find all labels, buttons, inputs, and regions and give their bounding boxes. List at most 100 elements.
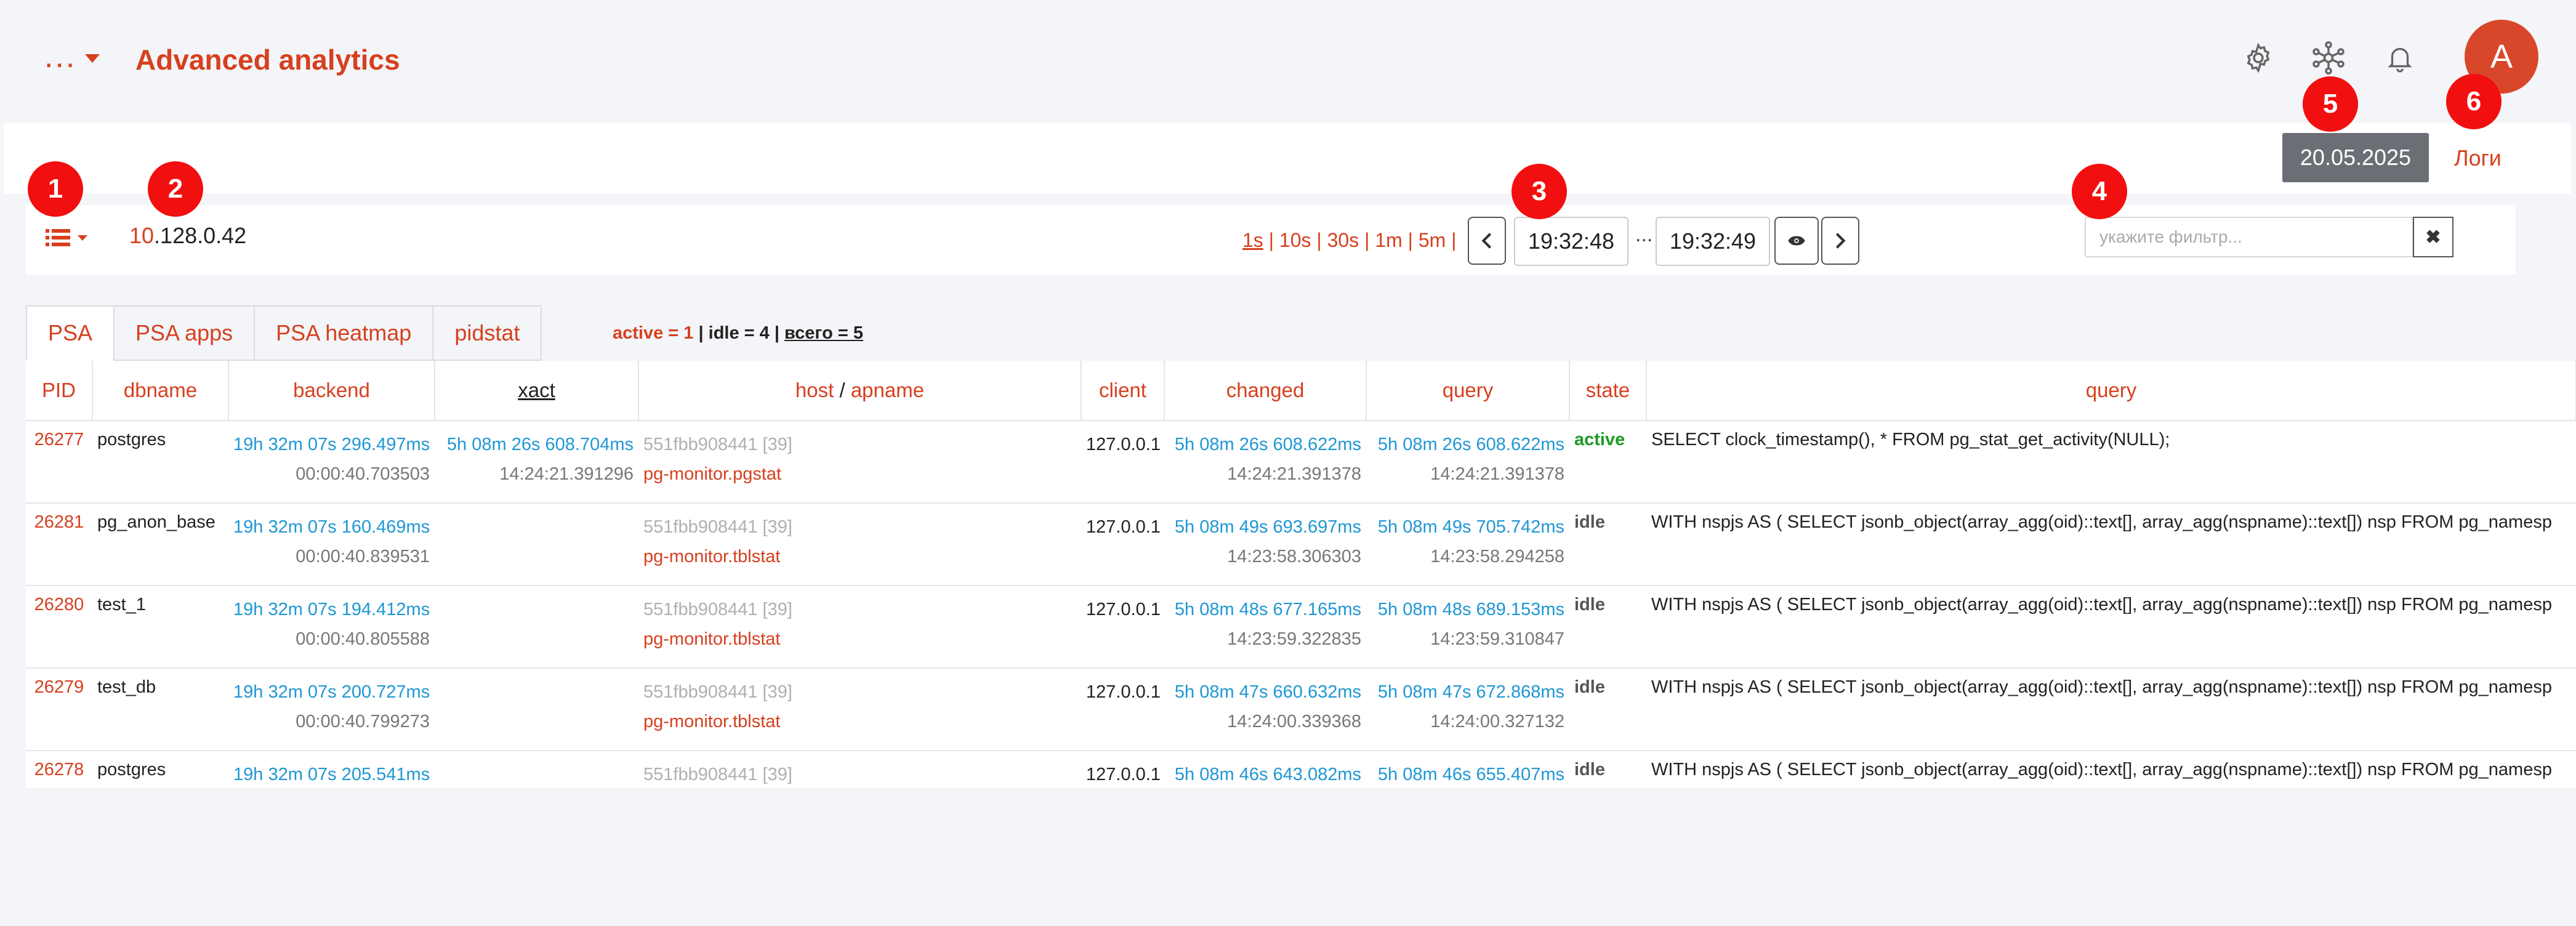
col-query[interactable]: query xyxy=(1646,361,2576,421)
backend-duration: 19h 32m 07s 205.541ms xyxy=(233,765,430,784)
row-query[interactable]: WITH nspjs AS ( SELECT jsonb_object(arra… xyxy=(1646,668,2576,751)
col-query-duration[interactable]: query xyxy=(1366,361,1570,421)
backend-time: 00:00:40.839531 xyxy=(296,547,430,566)
filter-input[interactable] xyxy=(2085,217,2413,257)
row-host[interactable]: 551fbb908441 [39] xyxy=(643,595,1076,624)
row-pid[interactable]: 26279 xyxy=(26,668,92,751)
col-host[interactable]: host xyxy=(795,379,834,401)
query-duration: 5h 08m 48s 689.153ms xyxy=(1377,600,1564,619)
tab-psa-apps[interactable]: PSA apps xyxy=(113,305,256,361)
table-row[interactable]: 26277 postgres 19h 32m 07s 296.497ms 00:00:… xyxy=(26,421,2576,504)
col-xact[interactable]: xact xyxy=(435,361,639,421)
time-from-field[interactable]: 19:32:48 xyxy=(1514,217,1628,266)
row-xact: 5h 08m 26s 608.704ms 14:24:21.391296 xyxy=(435,421,638,504)
row-apname[interactable]: pg-monitor.pgstat xyxy=(643,459,1076,489)
tab-pidstat[interactable]: pidstat xyxy=(432,305,542,361)
changed-duration: 5h 08m 48s 677.165ms xyxy=(1174,600,1361,619)
row-state: idle xyxy=(1569,751,1646,788)
row-backend: 19h 32m 07s 200.727ms 00:00:40.799273 xyxy=(228,668,435,751)
col-apname[interactable]: apname xyxy=(851,379,924,401)
view-tabs: PSA PSA apps PSA heatmap pidstat xyxy=(26,305,542,361)
row-apname[interactable]: pg-monitor.tblstat xyxy=(643,542,1076,571)
xact-time: 14:24:21.391296 xyxy=(499,464,634,484)
table-row[interactable]: 26281 pg_anon_base 19h 32m 07s 160.469ms 00… xyxy=(26,503,2576,586)
col-client[interactable]: client xyxy=(1081,361,1165,421)
col-pid[interactable]: PID xyxy=(26,361,93,421)
tab-psa-heatmap[interactable]: PSA heatmap xyxy=(254,305,434,361)
row-host[interactable]: 551fbb908441 [39] xyxy=(643,677,1076,707)
col-changed[interactable]: changed xyxy=(1164,361,1367,421)
query-time: 14:24:00.327132 xyxy=(1430,712,1564,731)
interval-30s[interactable]: 30s xyxy=(1327,229,1359,251)
row-query[interactable]: WITH nspjs AS ( SELECT jsonb_object(arra… xyxy=(1646,503,2576,586)
row-host-apname: 551fbb908441 [39]pg-monitor.tblstat xyxy=(638,668,1081,751)
table-row[interactable]: 26280 test_1 19h 32m 07s 194.412ms 00:00:40… xyxy=(26,586,2576,669)
table-row[interactable]: 26279 test_db 19h 32m 07s 200.727ms 00:00:4… xyxy=(26,668,2576,751)
changed-time: 14:24:00.339368 xyxy=(1227,712,1361,731)
chevron-right-icon xyxy=(1835,233,1846,249)
backend-duration: 19h 32m 07s 296.497ms xyxy=(233,435,430,454)
row-pid[interactable]: 26281 xyxy=(26,503,92,586)
clear-filter-button[interactable]: ✖ xyxy=(2413,217,2453,257)
col-dbname[interactable]: dbname xyxy=(92,361,229,421)
row-query[interactable]: SELECT clock_timestamp(), * FROM pg_stat… xyxy=(1646,421,2576,504)
row-pid[interactable]: 26277 xyxy=(26,421,92,504)
ip-rest: .128.0.42 xyxy=(154,223,247,248)
count-active[interactable]: active = 1 xyxy=(613,323,693,343)
interval-1s[interactable]: 1s xyxy=(1242,229,1263,251)
row-pid[interactable]: 26278 xyxy=(26,751,92,788)
count-sep: | xyxy=(693,323,709,343)
row-query-duration: 5h 08m 47s 672.868ms 14:24:00.327132 xyxy=(1366,668,1569,751)
bell-icon[interactable] xyxy=(2378,36,2422,80)
time-to-field[interactable]: 19:32:49 xyxy=(1656,217,1770,266)
table-row[interactable]: 26278postgres19h 32m 07s 205.541ms00:00:… xyxy=(26,751,2576,788)
row-client: 127.0.0.1 xyxy=(1081,586,1164,669)
row-backend: 19h 32m 07s 160.469ms 00:00:40.839531 xyxy=(228,503,435,586)
next-time-button[interactable] xyxy=(1821,217,1859,265)
row-pid[interactable]: 26280 xyxy=(26,586,92,669)
count-idle[interactable]: idle = 4 xyxy=(709,323,770,343)
chevron-down-icon xyxy=(78,235,87,241)
marker-2: 2 xyxy=(148,161,203,217)
list-icon xyxy=(46,229,70,246)
interval-10s[interactable]: 10s xyxy=(1279,229,1311,251)
col-host-apname: host / apname xyxy=(638,361,1082,421)
count-total[interactable]: всего = 5 xyxy=(784,323,863,343)
col-backend[interactable]: backend xyxy=(228,361,435,421)
chevron-down-icon xyxy=(85,54,100,63)
network-icon[interactable] xyxy=(2306,36,2351,80)
row-host[interactable]: 551fbb908441 [39] xyxy=(643,760,1076,788)
row-query-duration: 5h 08m 49s 705.742ms 14:23:58.294258 xyxy=(1366,503,1569,586)
interval-1m[interactable]: 1m xyxy=(1375,229,1402,251)
logs-link[interactable]: Логи xyxy=(2454,145,2502,171)
row-query[interactable]: WITH nspjs AS ( SELECT jsonb_object(arra… xyxy=(1646,586,2576,669)
host-ip[interactable]: 10.128.0.42 xyxy=(129,223,246,249)
row-apname[interactable]: pg-monitor.tblstat xyxy=(643,624,1076,654)
tab-psa[interactable]: PSA xyxy=(26,305,115,361)
view-menu-button[interactable] xyxy=(46,225,95,250)
watch-button[interactable] xyxy=(1774,217,1819,265)
app-menu-dropdown[interactable]: ... xyxy=(44,38,100,75)
row-host-apname: 551fbb908441 [39]pg-monitor.tblstat xyxy=(638,586,1081,669)
interval-5m[interactable]: 5m xyxy=(1419,229,1446,251)
row-apname[interactable]: pg-monitor.tblstat xyxy=(643,707,1076,736)
prev-time-button[interactable] xyxy=(1468,217,1506,265)
row-query[interactable]: WITH nspjs AS ( SELECT jsonb_object(arra… xyxy=(1646,751,2576,788)
row-host[interactable]: 551fbb908441 [39] xyxy=(643,512,1076,542)
app-header: ... Advanced analytics A xyxy=(0,0,2576,117)
row-query-duration: 5h 08m 26s 608.622ms 14:24:21.391378 xyxy=(1366,421,1569,504)
row-backend: 19h 32m 07s 296.497ms 00:00:40.703503 xyxy=(228,421,435,504)
col-state[interactable]: state xyxy=(1569,361,1647,421)
marker-4: 4 xyxy=(2072,164,2127,219)
date-badge[interactable]: 20.05.2025 xyxy=(2282,133,2429,182)
query-time: 14:23:59.310847 xyxy=(1430,629,1564,649)
backend-duration: 19h 32m 07s 160.469ms xyxy=(233,517,430,537)
query-duration: 5h 08m 46s 655.407ms xyxy=(1377,765,1564,784)
row-changed: 5h 08m 47s 660.632ms 14:24:00.339368 xyxy=(1164,668,1366,751)
time-separator: ... xyxy=(1635,223,1653,246)
gear-icon[interactable] xyxy=(2236,36,2280,80)
row-host[interactable]: 551fbb908441 [39] xyxy=(643,430,1076,459)
row-state: idle xyxy=(1569,586,1646,669)
row-query-duration: 5h 08m 48s 689.153ms 14:23:59.310847 xyxy=(1366,586,1569,669)
row-changed: 5h 08m 26s 608.622ms 14:24:21.391378 xyxy=(1164,421,1366,504)
